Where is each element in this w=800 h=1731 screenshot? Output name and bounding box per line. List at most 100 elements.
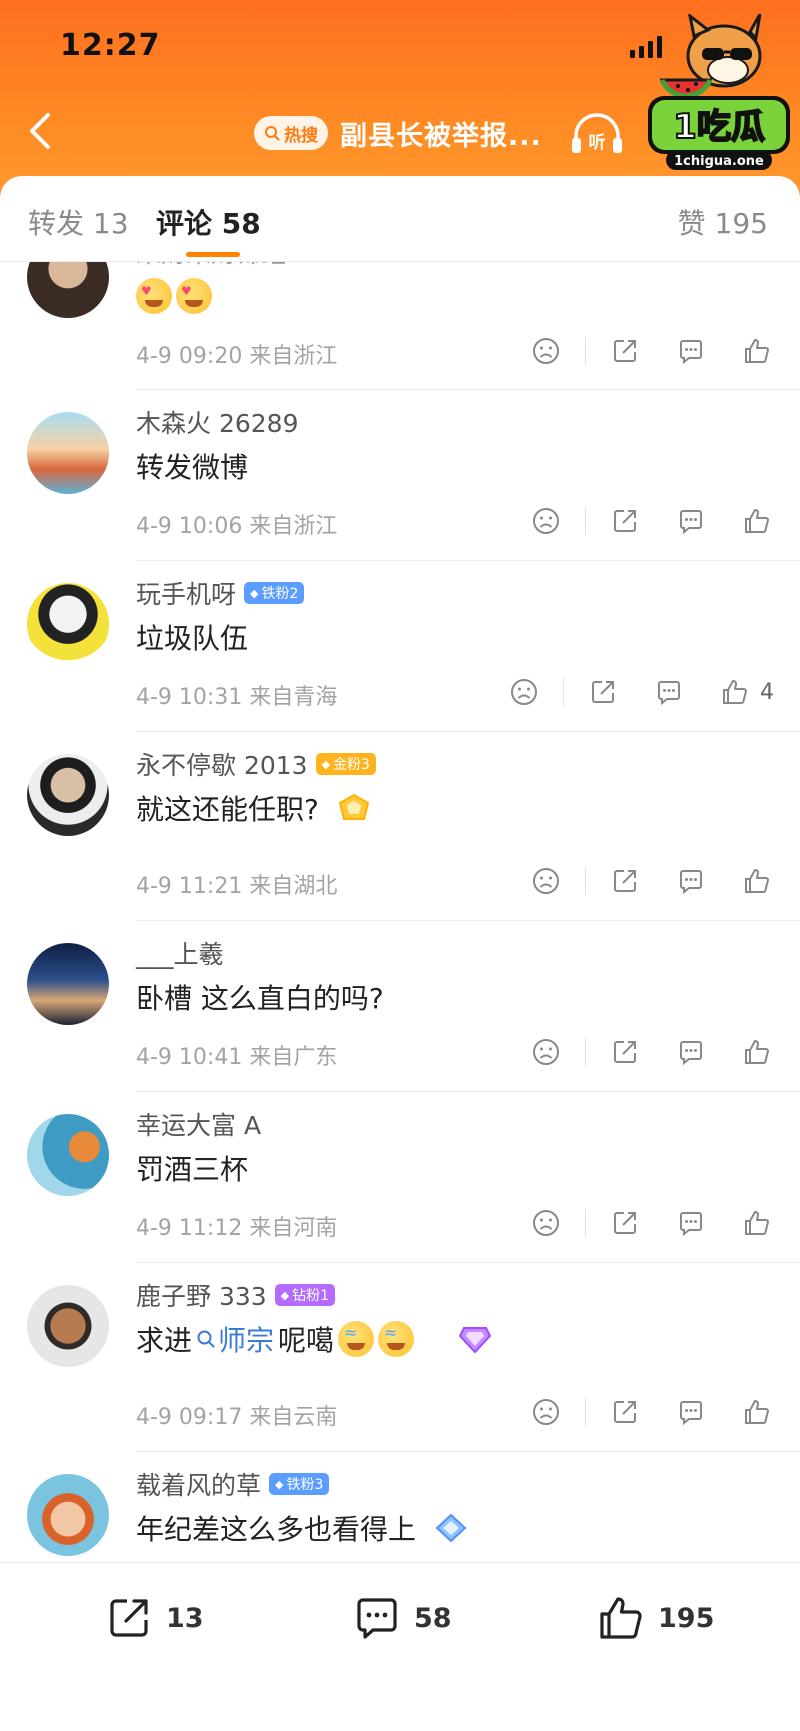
heart-eyes-emoji: [176, 278, 212, 314]
reply-button[interactable]: [674, 1035, 708, 1069]
avatar[interactable]: [27, 412, 109, 494]
like-button[interactable]: 195: [596, 1593, 714, 1643]
dislike-button[interactable]: [529, 334, 563, 368]
dislike-button[interactable]: [529, 864, 563, 898]
comment-meta: 4-9 10:41 来自广东: [136, 1045, 338, 1070]
dislike-button[interactable]: [529, 1206, 563, 1240]
action-divider: [585, 867, 586, 895]
tab-repost[interactable]: 转发 13: [28, 202, 129, 242]
username[interactable]: 永不停歇 2013: [136, 746, 308, 782]
comment-text: 垃圾队伍: [136, 622, 249, 655]
comment-actions: [497, 1206, 774, 1240]
action-divider: [585, 507, 586, 535]
blue-gem-icon: [435, 1513, 467, 1543]
hot-search-badge[interactable]: 热搜: [254, 116, 328, 150]
comment-item: 载着风的草 铁粉3 年纪差这么多也看得上: [0, 1452, 800, 1562]
dislike-button[interactable]: [529, 1395, 563, 1429]
share-button[interactable]: [608, 1035, 642, 1069]
like-button[interactable]: [740, 1035, 774, 1069]
like-button[interactable]: [740, 1395, 774, 1429]
avatar[interactable]: [27, 262, 109, 318]
action-divider: [585, 337, 586, 365]
action-divider: [585, 1209, 586, 1237]
thumbs-up-icon: [745, 509, 769, 533]
share-button[interactable]: [608, 504, 642, 538]
thumbs-up-icon: [723, 680, 747, 704]
comment-icon: [680, 1212, 702, 1237]
reply-button[interactable]: [652, 675, 686, 709]
avatar[interactable]: [27, 1474, 109, 1556]
comment-actions: 4: [475, 675, 774, 709]
dislike-button[interactable]: [529, 504, 563, 538]
like-button[interactable]: [740, 1206, 774, 1240]
listen-button[interactable]: 听: [568, 112, 626, 156]
action-divider: [585, 1398, 586, 1426]
username[interactable]: 幸运大富 A: [136, 1106, 261, 1142]
avatar[interactable]: [27, 583, 109, 665]
username[interactable]: 载着风的草: [136, 1466, 261, 1502]
share-button[interactable]: [608, 1395, 642, 1429]
username[interactable]: 玩手机呀: [136, 575, 236, 611]
like-count: 195: [658, 1602, 715, 1634]
thumbs-up-icon: [745, 1211, 769, 1235]
tab-like[interactable]: 赞 195: [678, 202, 768, 242]
logo-text: 1吃瓜: [673, 107, 765, 147]
username[interactable]: 鹿子野 333: [136, 1277, 267, 1313]
comment-text: [136, 278, 212, 314]
comment-list[interactable]: 来财来财锦鲤 4-9 09:20 来自浙江 木森火 26289 转发微博 4-9…: [0, 262, 800, 1562]
comment-icon: [680, 340, 702, 365]
share-icon: [110, 1599, 148, 1637]
dislike-button[interactable]: [507, 675, 541, 709]
reply-button[interactable]: [674, 864, 708, 898]
reply-button[interactable]: [674, 334, 708, 368]
like-button[interactable]: [740, 864, 774, 898]
share-button[interactable]: [586, 675, 620, 709]
share-icon: [614, 1401, 636, 1423]
topic-link[interactable]: 师宗: [196, 1319, 274, 1359]
username[interactable]: ___上羲: [136, 935, 224, 971]
avatar[interactable]: [27, 943, 109, 1025]
topic-title[interactable]: 副县长被举报...: [340, 114, 542, 153]
like-button[interactable]: [740, 334, 774, 368]
fan-badge: 钻粉1: [274, 1284, 336, 1306]
share-icon: [614, 340, 636, 362]
username[interactable]: 木森火 26289: [136, 404, 298, 440]
laugh-cry-emoji: [338, 1321, 375, 1357]
comment-actions: [497, 1395, 774, 1429]
share-icon: [614, 510, 636, 532]
comment-item: 永不停歇 2013 金粉3 就这还能任职? 4-9 11:21 来自湖北: [0, 732, 800, 921]
repost-button[interactable]: 13: [104, 1593, 204, 1643]
thumbs-up-icon: [745, 869, 769, 893]
comment-icon: [680, 870, 702, 895]
comment-item: 鹿子野 333 钻粉1 求进 师宗 呢噶 4-9 09:17 来自云南: [0, 1263, 800, 1452]
avatar[interactable]: [27, 1114, 109, 1196]
comment-text: 求进 师宗 呢噶: [136, 1319, 492, 1359]
dislike-button[interactable]: [529, 1035, 563, 1069]
comment-button[interactable]: 58: [352, 1593, 452, 1643]
avatar[interactable]: [27, 754, 109, 836]
avatar[interactable]: [27, 1285, 109, 1367]
comment-actions: [497, 334, 774, 368]
thumbs-up-icon: [600, 1597, 642, 1639]
bottom-action-bar: 13 58 195: [0, 1562, 800, 1731]
share-button[interactable]: [608, 864, 642, 898]
share-button[interactable]: [608, 1206, 642, 1240]
tab-comment[interactable]: 评论 58: [156, 202, 261, 242]
username[interactable]: 来财来财锦鲤: [136, 262, 286, 270]
hot-search-label: 热搜: [284, 125, 318, 146]
fan-badge: 铁粉2: [244, 582, 305, 604]
like-button[interactable]: [718, 675, 752, 709]
1chigua-logo: 1吃瓜 1chigua.one: [648, 14, 790, 170]
reply-button[interactable]: [674, 504, 708, 538]
listen-label: 听: [589, 132, 606, 153]
reply-button[interactable]: [674, 1395, 708, 1429]
heart-eyes-emoji: [136, 278, 172, 314]
back-button[interactable]: [18, 108, 64, 154]
action-divider: [585, 1038, 586, 1066]
comment-text-before: 求进: [136, 1324, 193, 1357]
reply-button[interactable]: [674, 1206, 708, 1240]
comment-meta: 4-9 11:12 来自河南: [136, 1216, 338, 1241]
like-button[interactable]: [740, 504, 774, 538]
share-button[interactable]: [608, 334, 642, 368]
comment-icon: [680, 1041, 702, 1066]
